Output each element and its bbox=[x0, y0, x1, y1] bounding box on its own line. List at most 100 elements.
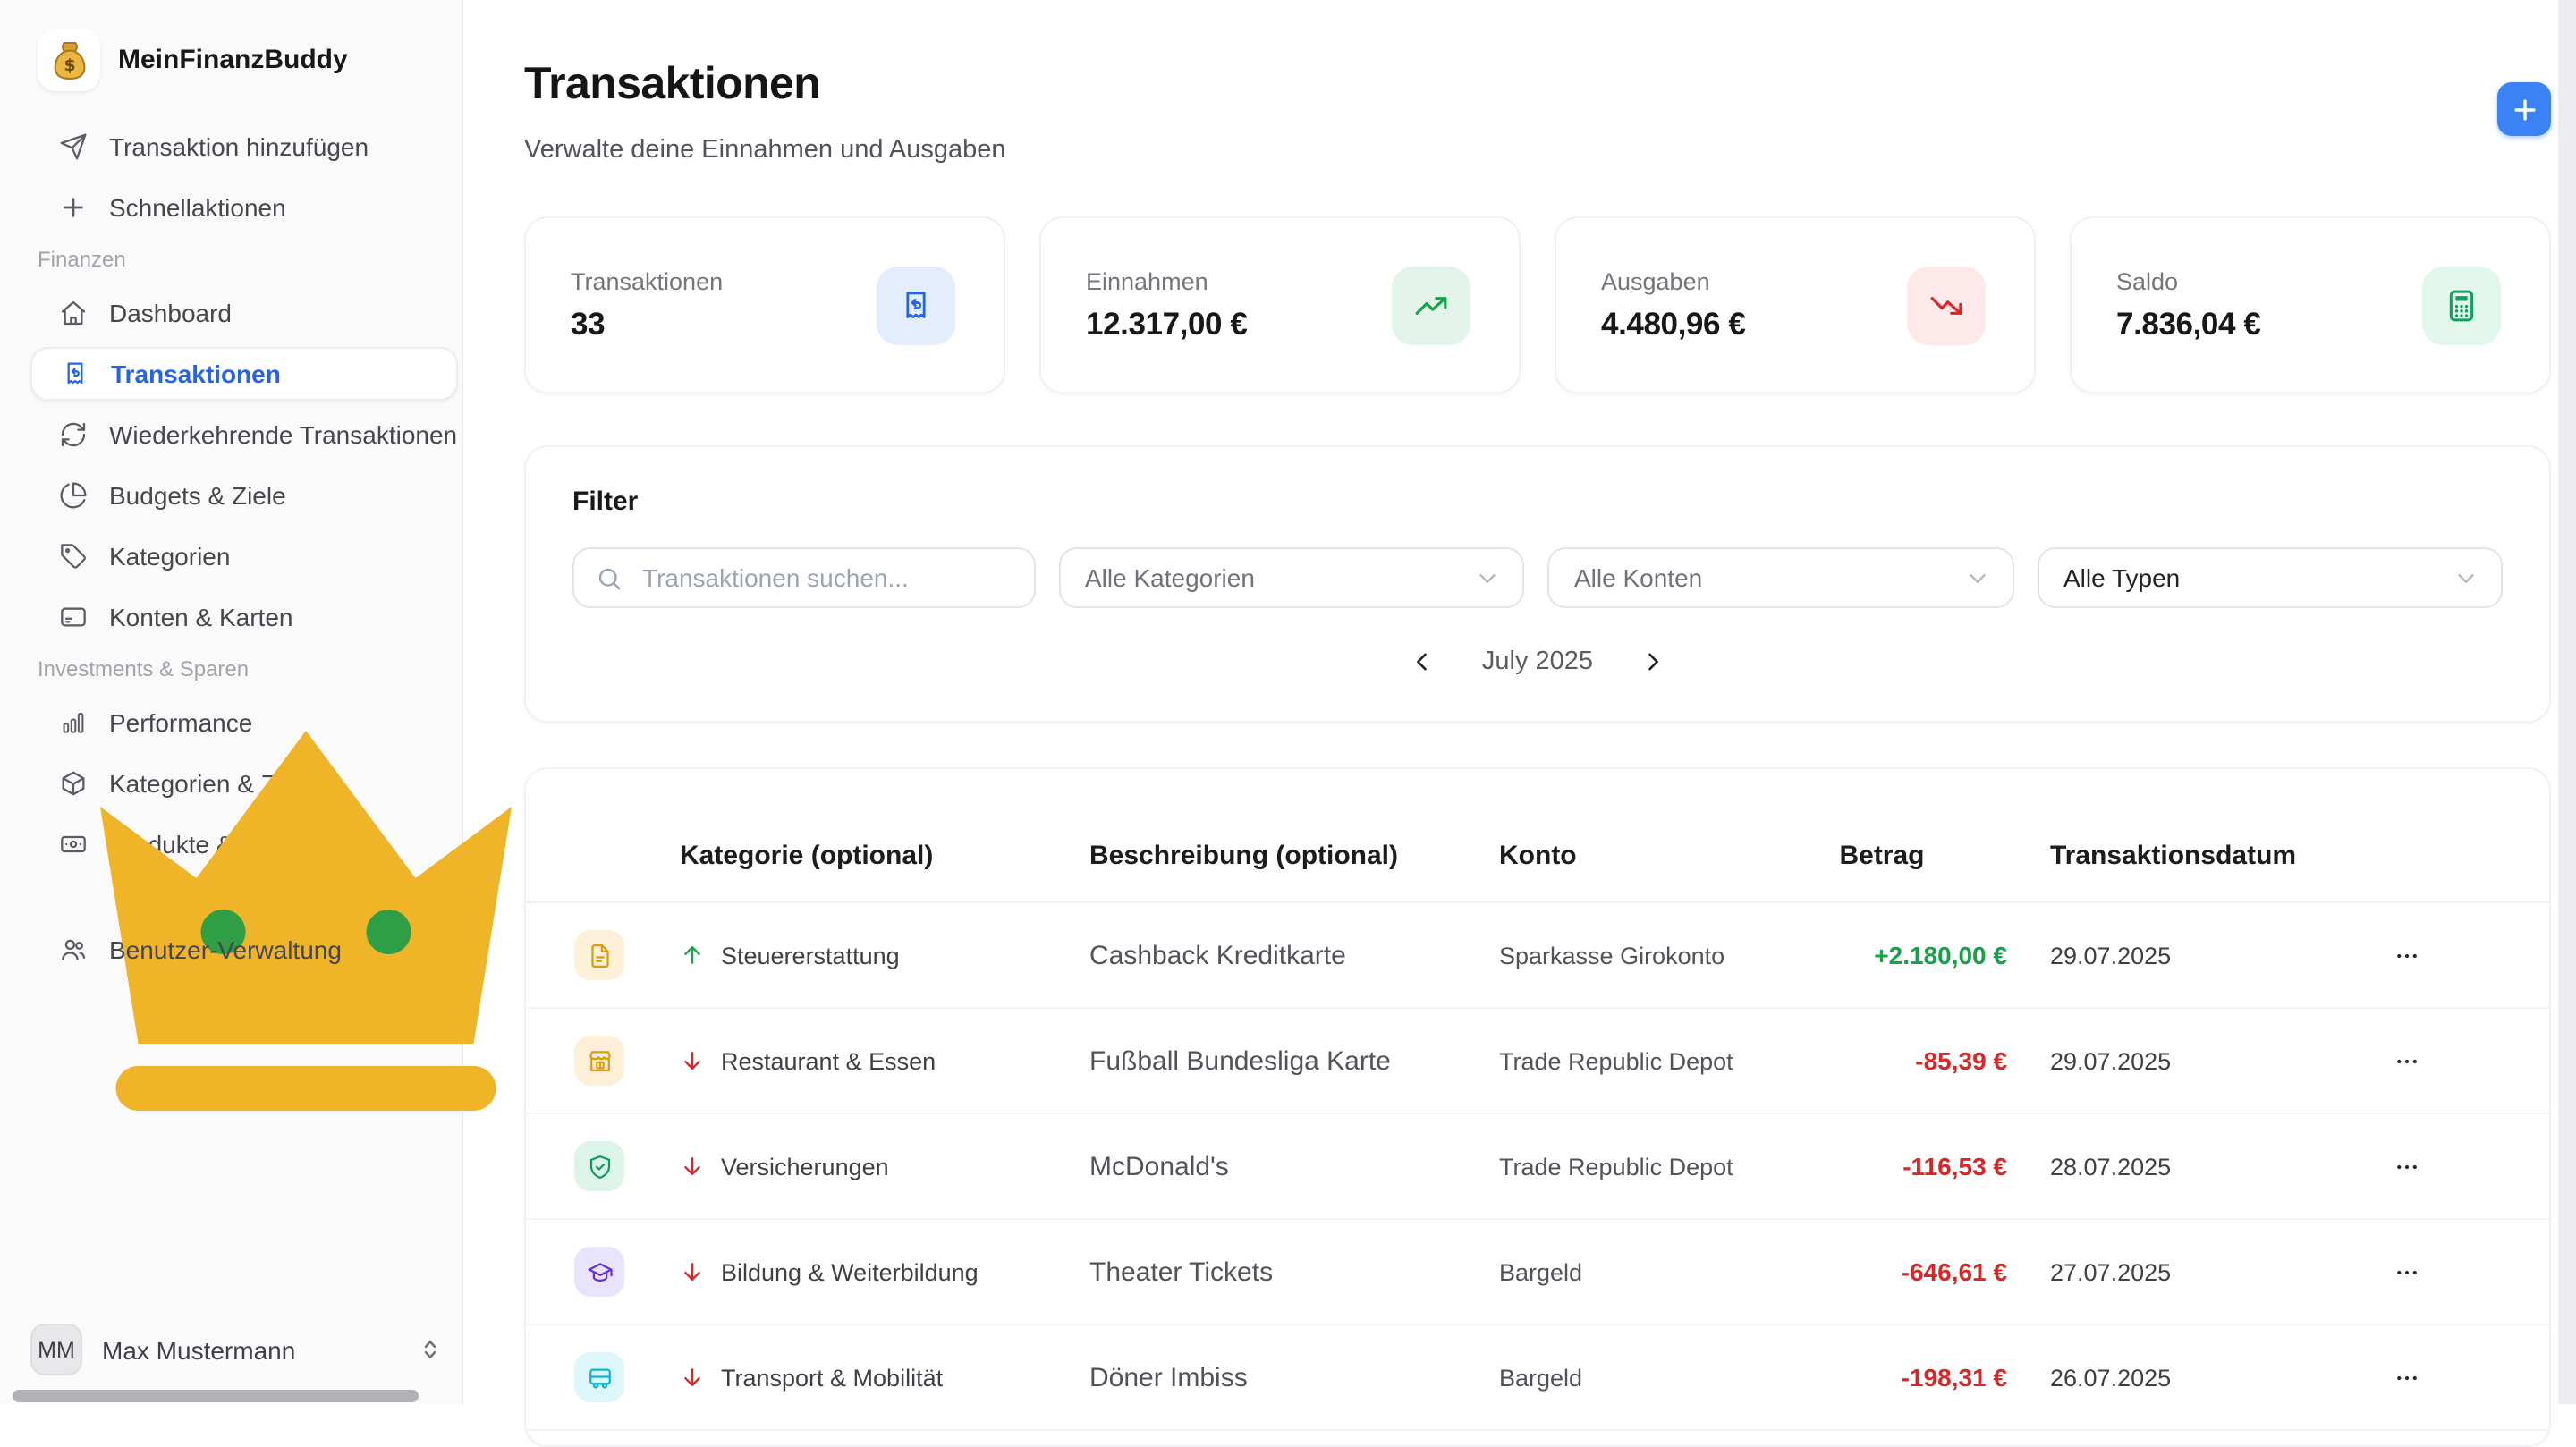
filter-dropdown-alle-konten[interactable]: Alle Konten bbox=[1547, 547, 2013, 608]
stat-label: Saldo bbox=[2116, 267, 2260, 294]
amount-cell: +2.180,00 € bbox=[1757, 941, 2007, 969]
date-cell: 29.07.2025 bbox=[2007, 942, 2329, 969]
receipt-icon bbox=[898, 287, 934, 323]
row-menu-button[interactable] bbox=[2394, 1258, 2420, 1285]
stat-icon-box bbox=[1392, 266, 1470, 344]
filter-dropdown-alle-kategorien[interactable]: Alle Kategorien bbox=[1058, 547, 1524, 608]
table-row: Bildung & Weiterbildung Theater Tickets … bbox=[526, 1220, 2549, 1325]
calculator-icon bbox=[2444, 287, 2479, 323]
sidebar-item-dashboard[interactable]: Dashboard bbox=[30, 286, 458, 340]
chevron-right-icon bbox=[1640, 649, 1665, 674]
sidebar-item-transaktion-hinzuf-gen[interactable]: Transaktion hinzufügen bbox=[30, 120, 458, 173]
date-cell: 26.07.2025 bbox=[2007, 1364, 2329, 1391]
row-menu-button[interactable] bbox=[2394, 1364, 2420, 1391]
search-icon bbox=[596, 564, 623, 591]
sidebar-item-transaktionen[interactable]: Transaktionen bbox=[30, 347, 458, 401]
user-menu[interactable]: MM Max Mustermann bbox=[30, 1324, 444, 1375]
arrow-down-icon bbox=[680, 1154, 705, 1179]
tag-icon bbox=[59, 542, 88, 571]
stat-icon-box bbox=[1907, 266, 1986, 344]
arrow-down-icon bbox=[680, 1259, 705, 1284]
sidebar-item-label: Wiederkehrende Transaktionen bbox=[109, 420, 457, 449]
page-subtitle: Verwalte deine Einnahmen und Ausgaben bbox=[524, 136, 1006, 165]
search-input-wrapper[interactable] bbox=[572, 547, 1035, 608]
horizontal-scrollbar[interactable] bbox=[13, 1390, 419, 1402]
sidebar-item-wiederkehrende-transaktionen[interactable]: Wiederkehrende Transaktionen bbox=[30, 408, 458, 461]
description-cell: Theater Tickets bbox=[1089, 1257, 1499, 1287]
sidebar-quick-actions: Transaktion hinzufügen Schnellaktionen bbox=[0, 120, 462, 234]
chevron-down-icon bbox=[1963, 564, 1990, 591]
shield-check-icon bbox=[586, 1153, 613, 1180]
filter-controls: Alle Kategorien Alle Konten Alle Typen bbox=[572, 547, 2503, 608]
users-icon bbox=[59, 935, 88, 964]
category-icon-box bbox=[574, 1247, 624, 1297]
category-label: Versicherungen bbox=[721, 1153, 889, 1180]
month-navigation: July 2025 bbox=[572, 646, 2503, 678]
transactions-table: Kategorie (optional)Beschreibung (option… bbox=[524, 767, 2551, 1447]
next-month-button[interactable] bbox=[1636, 646, 1668, 678]
amount-cell: -646,61 € bbox=[1757, 1257, 2007, 1286]
sidebar-item-kategorien[interactable]: Kategorien bbox=[30, 529, 458, 583]
user-name: Max Mustermann bbox=[102, 1335, 397, 1364]
category-icon-box bbox=[574, 1141, 624, 1191]
send-icon bbox=[59, 132, 88, 161]
sidebar-item-label: Dashboard bbox=[109, 299, 232, 327]
stat-value: 33 bbox=[571, 305, 723, 343]
stat-card-ausgaben: Ausgaben 4.480,96 € bbox=[1555, 216, 2036, 393]
arrow-down-icon bbox=[680, 1365, 705, 1390]
arrow-down-icon bbox=[680, 1048, 705, 1073]
dropdown-value: Alle Typen bbox=[2063, 563, 2180, 592]
column-header-betrag: Betrag bbox=[1757, 840, 2007, 870]
avatar: MM bbox=[30, 1324, 82, 1375]
date-cell: 28.07.2025 bbox=[2007, 1153, 2329, 1180]
stat-card-transaktionen: Transaktionen 33 bbox=[524, 216, 1005, 393]
category-icon-box bbox=[574, 1352, 624, 1402]
search-input[interactable] bbox=[639, 562, 1012, 594]
stat-icon-box bbox=[877, 266, 955, 344]
row-menu-button[interactable] bbox=[2394, 942, 2420, 969]
table-row: Transport & Mobilität Döner Imbiss Barge… bbox=[526, 1325, 2549, 1431]
amount-cell: -198,31 € bbox=[1757, 1363, 2007, 1392]
graduation-cap-icon bbox=[586, 1258, 613, 1285]
sidebar-item-label: Schnellaktionen bbox=[109, 193, 286, 222]
stat-card-einnahmen: Einnahmen 12.317,00 € bbox=[1039, 216, 1521, 393]
bus-icon bbox=[586, 1364, 613, 1391]
column-header-transaktionsdatum: Transaktionsdatum bbox=[2007, 840, 2329, 870]
sidebar-item-schnellaktionen[interactable]: Schnellaktionen bbox=[30, 181, 458, 234]
sidebar-section-label: Administration bbox=[30, 882, 458, 909]
stat-label: Einnahmen bbox=[1086, 267, 1248, 294]
app-root: $ MeinFinanzBuddy Transaktion hinzufügen… bbox=[0, 0, 2576, 1404]
refresh-icon bbox=[59, 420, 88, 449]
sidebar-section-label: Finanzen bbox=[30, 245, 458, 272]
prev-month-button[interactable] bbox=[1407, 646, 1439, 678]
row-menu-button[interactable] bbox=[2394, 1153, 2420, 1180]
sidebar-section-finanzen: Finanzen Dashboard Transaktionen Wiederkeh… bbox=[0, 245, 462, 644]
vertical-scrollbar[interactable] bbox=[2558, 0, 2576, 1404]
money-bag-icon: $ bbox=[38, 29, 100, 91]
stat-value: 12.317,00 € bbox=[1086, 305, 1248, 343]
filter-title: Filter bbox=[572, 487, 2503, 517]
sidebar-item-label: Budgets & Ziele bbox=[109, 481, 286, 510]
chevrons-up-down-icon bbox=[417, 1336, 444, 1363]
row-menu-button[interactable] bbox=[2394, 1047, 2420, 1074]
table-row: Versicherungen McDonald's Trade Republic… bbox=[526, 1114, 2549, 1220]
account-cell: Bargeld bbox=[1499, 1258, 1757, 1285]
home-icon bbox=[59, 299, 88, 327]
sidebar-item-budgets-ziele[interactable]: Budgets & Ziele bbox=[30, 469, 458, 522]
receipt-icon bbox=[61, 360, 89, 388]
description-cell: Cashback Kreditkarte bbox=[1089, 940, 1499, 970]
sidebar: $ MeinFinanzBuddy Transaktion hinzufügen… bbox=[0, 0, 463, 1404]
arrow-up-icon bbox=[680, 943, 705, 968]
pie-chart-icon bbox=[59, 481, 88, 510]
table-row: Steuererstattung Cashback Kreditkarte Sp… bbox=[526, 903, 2549, 1009]
plus-icon bbox=[59, 193, 88, 222]
stats-row: Transaktionen 33 Einnahmen 12.317,00 € A… bbox=[524, 216, 2551, 393]
description-cell: Döner Imbiss bbox=[1089, 1362, 1499, 1392]
add-transaction-button[interactable] bbox=[2497, 82, 2551, 136]
date-cell: 27.07.2025 bbox=[2007, 1258, 2329, 1285]
page-header: Transaktionen Verwalte deine Einnahmen u… bbox=[524, 59, 2551, 165]
category-label: Transport & Mobilität bbox=[721, 1364, 943, 1391]
column-header-kategorie-optional: Kategorie (optional) bbox=[680, 840, 1089, 870]
filter-dropdown-alle-typen[interactable]: Alle Typen bbox=[2037, 547, 2503, 608]
amount-cell: -116,53 € bbox=[1757, 1152, 2007, 1180]
